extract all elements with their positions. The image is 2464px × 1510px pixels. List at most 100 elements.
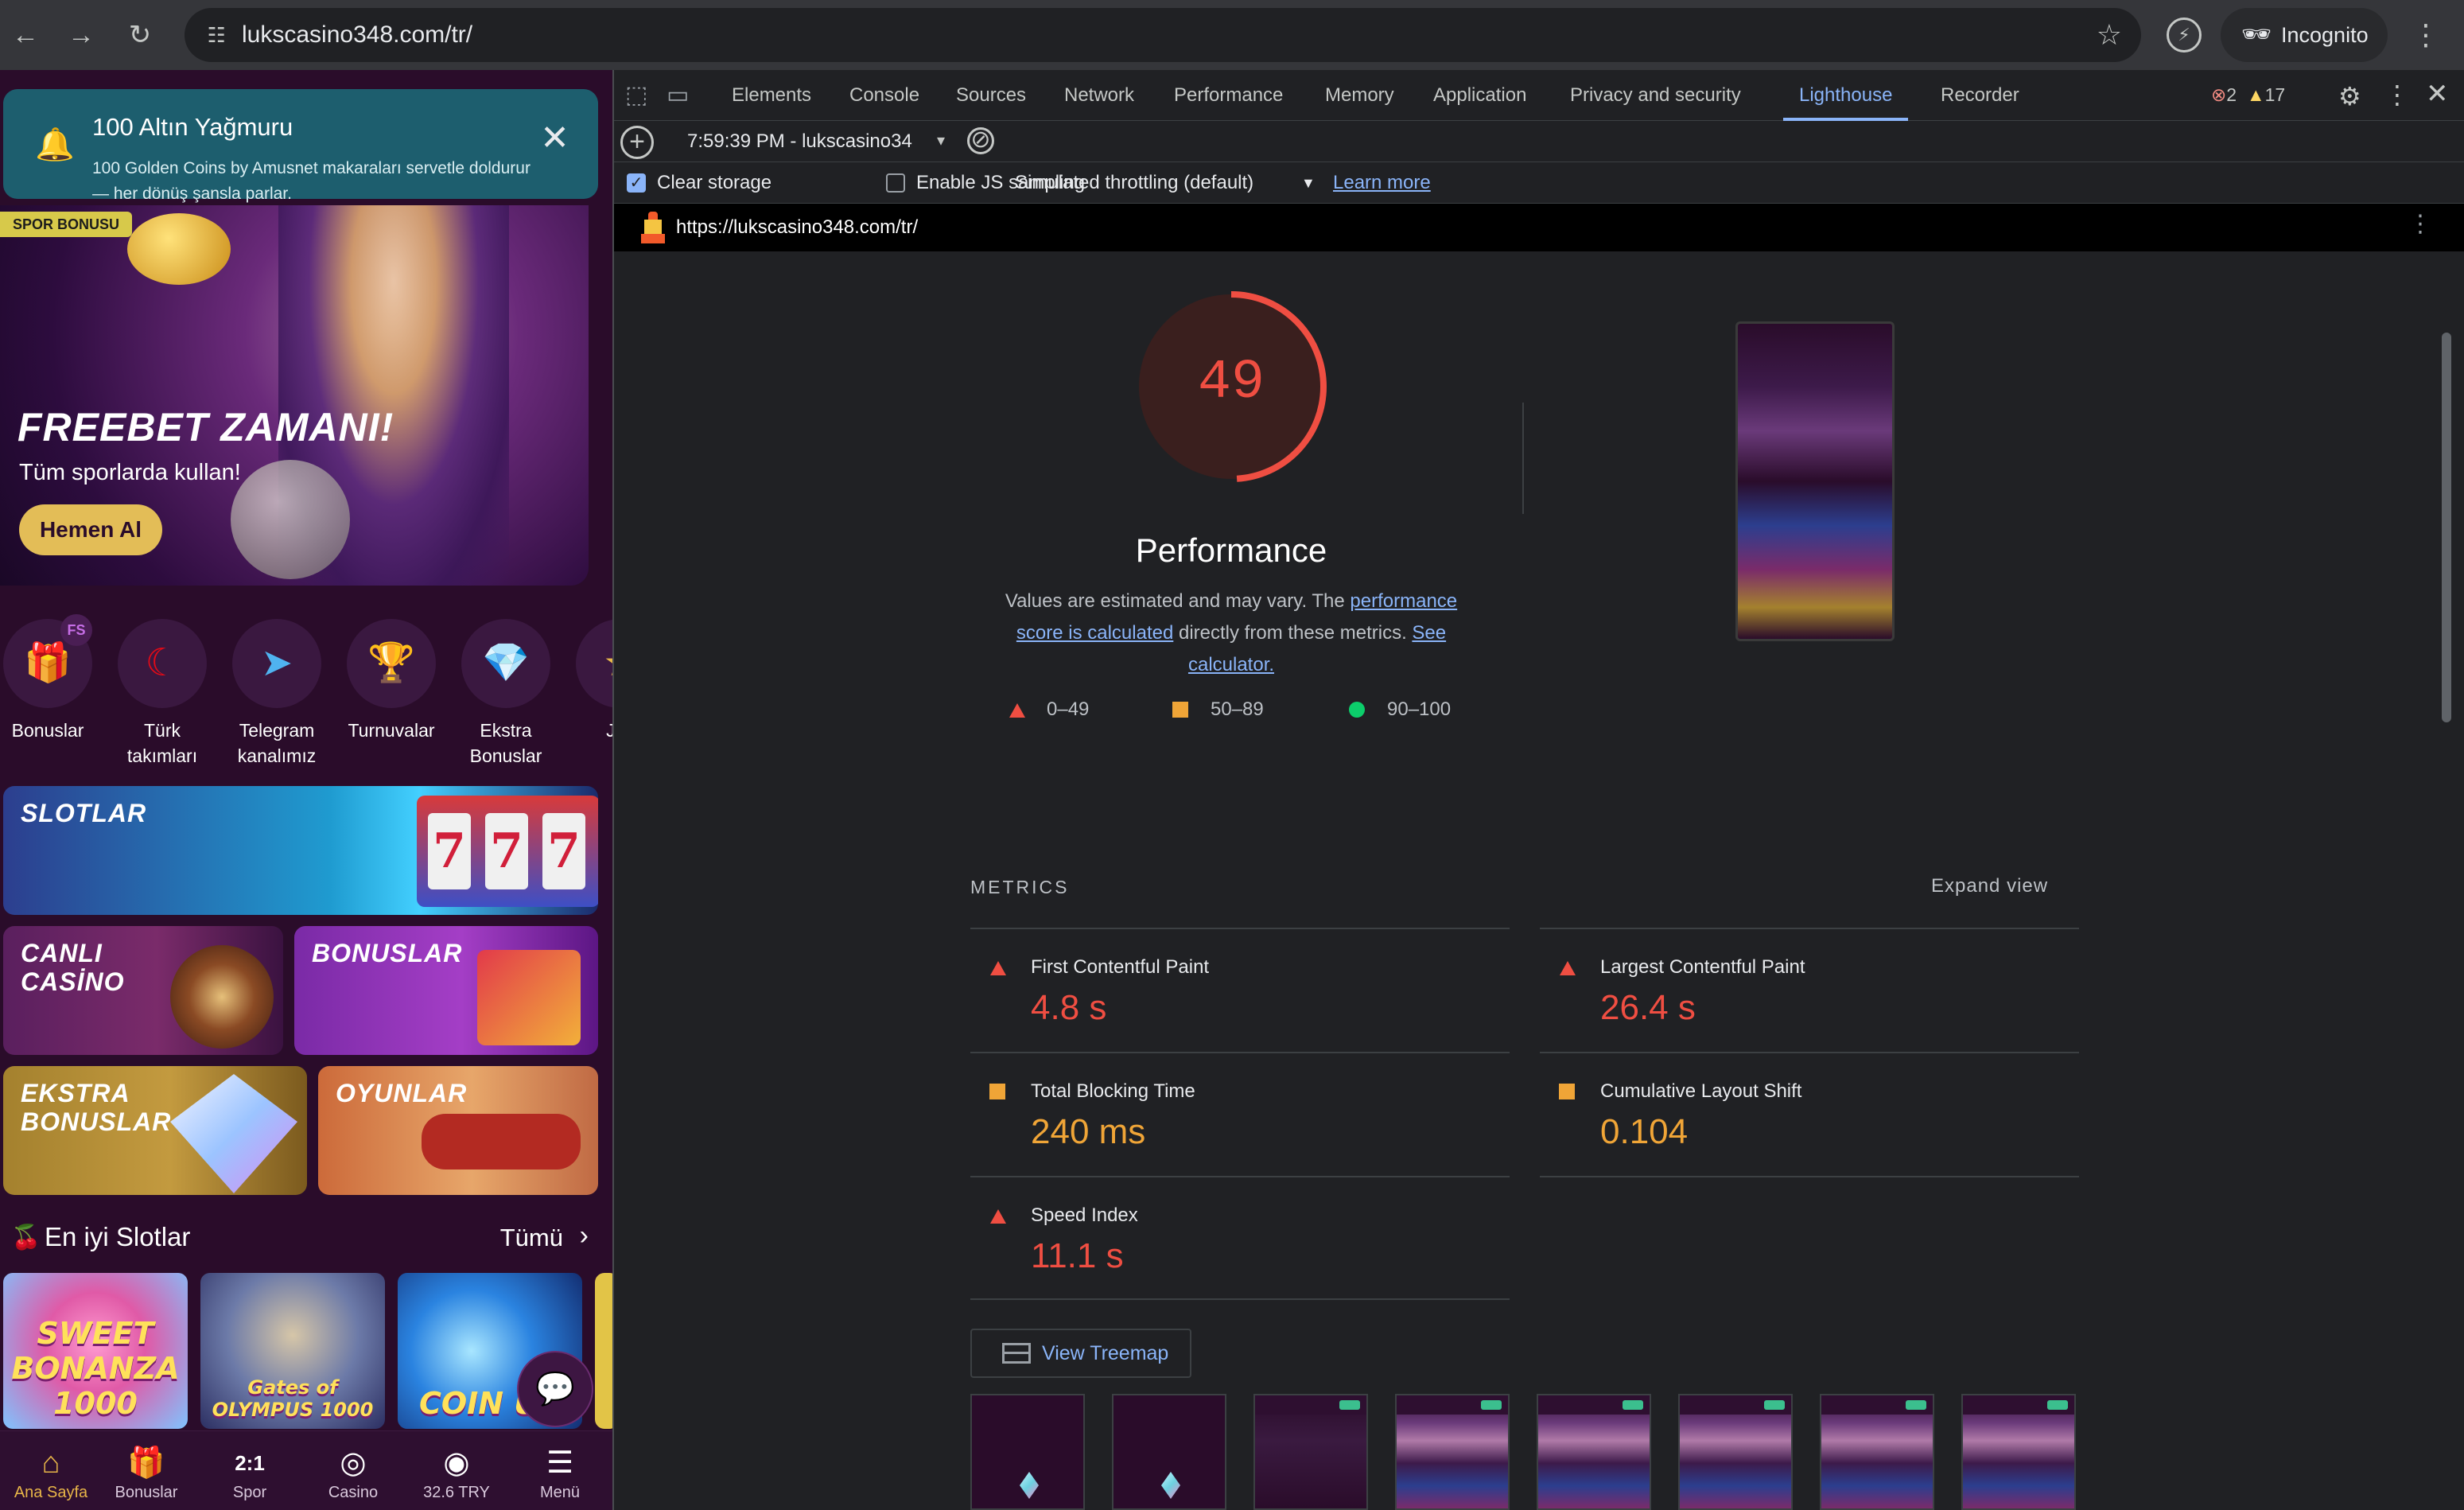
inspect-element-icon[interactable]: ⬚ (625, 83, 647, 108)
filmstrip-frame (1253, 1394, 1368, 1510)
category-telegram[interactable]: ➤ Telegram kanalımız (221, 619, 332, 769)
legend-average: 50–89 (1211, 699, 1264, 720)
tab-sports[interactable]: 2:1 Spor (199, 1431, 301, 1510)
learn-more-link[interactable]: Learn more (1333, 172, 1431, 194)
category-turk-takimlari[interactable]: ☾ Türk takımları (107, 619, 218, 769)
frame-header (1963, 1395, 2074, 1415)
view-treemap-button[interactable]: View Treemap (970, 1329, 1191, 1378)
throttling-select-label[interactable]: Simulated throttling (default) (1015, 172, 1253, 194)
tab-label: Casino (328, 1484, 379, 1501)
category-bonuslar[interactable]: 🎁 FS Bonuslar (0, 614, 103, 743)
forward-icon[interactable]: → (62, 16, 100, 54)
chevron-down-icon[interactable]: ▾ (937, 130, 945, 150)
tab-console[interactable]: Console (849, 70, 919, 121)
close-icon[interactable]: ✕ (540, 121, 569, 156)
lighthouse-icon (641, 212, 665, 243)
tab-application[interactable]: Application (1433, 70, 1526, 121)
category-jackpot[interactable]: ★ Jac (565, 619, 612, 743)
tile-slots[interactable]: SLOTLAR 7 7 7 (3, 786, 598, 915)
game-card[interactable]: SWEET BONANZA 1000 (3, 1273, 188, 1429)
more-options-icon[interactable]: ⋮ (2408, 210, 2432, 238)
category-label: Turnuvalar (348, 720, 435, 741)
back-icon[interactable]: ← (6, 16, 45, 54)
metrics-heading: METRICS (970, 877, 1070, 897)
chat-bubble-icon[interactable]: 💬 (517, 1351, 593, 1427)
issue-counts[interactable]: ⊗2 ▲17 (2211, 84, 2285, 106)
more-options-icon[interactable]: ⋮ (2384, 80, 2410, 110)
menu-icon: ☰ (546, 1446, 574, 1480)
game-card[interactable]: Gates of OLYMPUS 1000 (200, 1273, 385, 1429)
address-bar-url[interactable]: lukscasino348.com/tr/ (242, 8, 472, 62)
category-ekstra-bonuslar[interactable]: 💎 Ekstra Bonuslar (450, 619, 562, 769)
tab-network[interactable]: Network (1064, 70, 1134, 121)
treemap-icon (1002, 1343, 1031, 1364)
tab-performance[interactable]: Performance (1174, 70, 1283, 121)
tile-extra-bonuses[interactable]: EKSTRA BONUSLAR (3, 1066, 307, 1195)
filmstrip-frame (1961, 1394, 2076, 1510)
category-turnuvalar[interactable]: 🏆 Turnuvalar (336, 619, 447, 743)
tab-elements[interactable]: Elements (732, 70, 811, 121)
tab-memory[interactable]: Memory (1325, 70, 1394, 121)
site-settings-icon[interactable]: ☷ (202, 21, 231, 49)
claim-now-button[interactable]: Hemen Al (19, 504, 162, 555)
clear-reports-icon[interactable]: ⊘ (967, 127, 994, 154)
gift-box-graphic (477, 950, 581, 1045)
tile-bonuses[interactable]: BONUSLAR (294, 926, 598, 1055)
legend-fail: 0–49 (1047, 699, 1090, 720)
tab-menu[interactable]: ☰ Menü (509, 1431, 611, 1510)
tab-privacy-security[interactable]: Privacy and security (1570, 70, 1741, 121)
diamond-icon: 💎 (461, 619, 550, 708)
metric-value: 26.4 s (1600, 988, 1696, 1027)
plane-graphic (422, 1114, 581, 1169)
incognito-icon: 🕶 (2241, 21, 2272, 48)
clear-storage-checkbox[interactable]: ✓ (627, 173, 646, 193)
game-card[interactable] (595, 1273, 612, 1429)
tile-games-title: OYUNLAR (336, 1079, 468, 1107)
see-all-link[interactable]: Tümü (500, 1224, 563, 1252)
average-square-icon (989, 1084, 1005, 1099)
close-icon[interactable]: ✕ (2426, 78, 2449, 110)
report-url[interactable]: https://lukscasino348.com/tr/ (676, 204, 918, 251)
js-sampling-checkbox[interactable] (886, 173, 905, 193)
tab-account[interactable]: ◉ 32.6 TRY (406, 1431, 507, 1510)
tile-games[interactable]: OYUNLAR (318, 1066, 598, 1195)
tab-casino[interactable]: ◎ Casino (302, 1431, 404, 1510)
incognito-button[interactable]: 🕶 Incognito (2221, 8, 2388, 62)
extension-icon[interactable]: ⚡ (2167, 18, 2202, 53)
trophy-icon: 🏆 (347, 619, 436, 708)
loading-logo-icon (1020, 1472, 1039, 1499)
slot-reel: 7 (428, 813, 471, 889)
tile-live-casino[interactable]: CANLI CASİNO (3, 926, 283, 1055)
new-report-icon[interactable]: + (620, 126, 654, 159)
bookmark-star-icon[interactable]: ☆ (2097, 19, 2122, 51)
chevron-right-icon[interactable]: › (580, 1220, 589, 1251)
final-screenshot-thumbnail[interactable] (1735, 321, 1895, 641)
device-toolbar-icon[interactable]: ▭ (667, 83, 689, 108)
reload-icon[interactable]: ↻ (121, 16, 159, 54)
top-slots-header: 🍒 En iyi Slotlar Tümü › (0, 1216, 612, 1260)
filmstrip-frame (1678, 1394, 1793, 1510)
devtools-tab-bar: ⬚ ▭ Elements Console Sources Network Per… (614, 70, 2464, 121)
browser-menu-icon[interactable]: ⋮ (2412, 16, 2440, 54)
devtools-scrollbar[interactable] (2442, 333, 2451, 722)
average-square-icon (1172, 702, 1188, 718)
expand-view-toggle[interactable]: Expand view (1931, 875, 2048, 897)
metric-tbt: Total Blocking Time 240 ms (970, 1053, 1508, 1177)
notification-toast[interactable]: 🔔 100 Altın Yağmuru 100 Golden Coins by … (3, 89, 598, 203)
tab-home[interactable]: ⌂ Ana Sayfa (0, 1431, 102, 1510)
gear-icon[interactable]: ⚙ (2338, 81, 2361, 111)
report-selector[interactable]: 7:59:39 PM - lukscasino34 (687, 130, 912, 153)
slot-machine-graphic: 7 7 7 (417, 796, 598, 907)
fail-triangle-icon (1560, 961, 1576, 975)
tab-sources[interactable]: Sources (956, 70, 1026, 121)
chevron-down-icon[interactable]: ▼ (1301, 175, 1316, 192)
average-square-icon (1559, 1084, 1575, 1099)
address-bar[interactable]: ☷ lukscasino348.com/tr/ ☆ (185, 8, 2141, 62)
tab-label: Ana Sayfa (14, 1484, 88, 1501)
tab-recorder[interactable]: Recorder (1941, 70, 2019, 121)
tab-bonuses[interactable]: 🎁 Bonuslar (95, 1431, 197, 1510)
clear-storage-label[interactable]: Clear storage (657, 172, 771, 194)
filmstrip-frame (1112, 1394, 1226, 1510)
tab-lighthouse[interactable]: Lighthouse (1783, 70, 1909, 121)
metric-fcp: First Contentful Paint 4.8 s (970, 929, 1508, 1053)
